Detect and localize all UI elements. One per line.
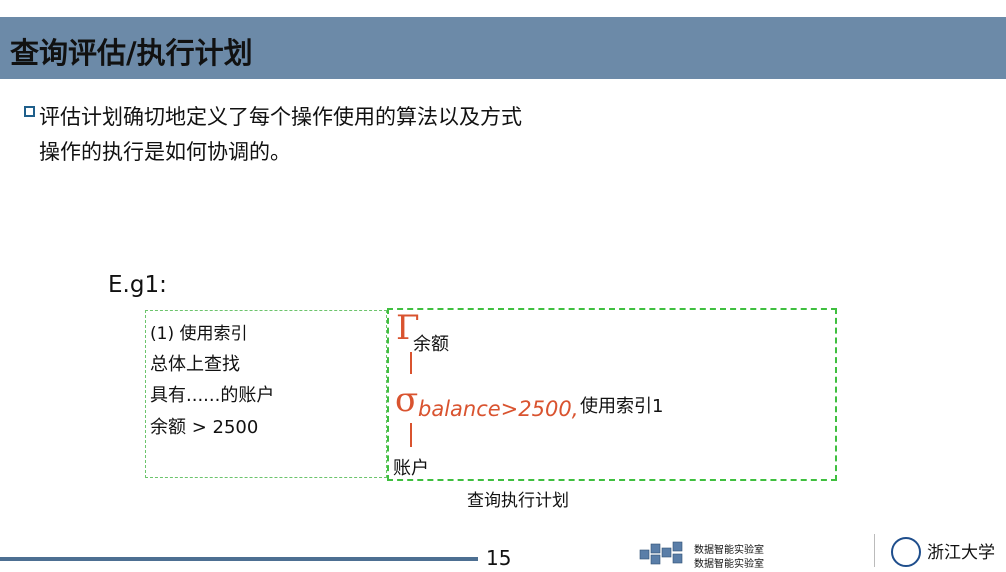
university-name: 浙江大学 — [927, 543, 995, 563]
projection-attribute: 余额 — [413, 334, 449, 355]
relation-name: 账户 — [393, 458, 429, 479]
description-line-4: 余额 > 2500 — [150, 417, 259, 438]
plan-caption: 查询执行计划 — [467, 491, 569, 511]
lab-name: 数据智能实验室 数据智能实验室 — [694, 544, 764, 572]
lab-name-line-2: 数据智能实验室 — [694, 559, 764, 570]
example-label: E.g1: — [108, 272, 167, 298]
bullet-text-line-1: 评估计划确切地定义了每个操作使用的算法以及方式 — [39, 105, 522, 129]
description-line-3: 具有......的账户 — [150, 385, 275, 406]
lab-logo-icon — [639, 541, 683, 565]
tree-edge-upper — [410, 352, 412, 374]
selection-condition: balance>2500, — [418, 397, 579, 421]
description-line-1: (1) 使用索引 — [150, 324, 248, 344]
footer-separator — [874, 534, 875, 567]
university-emblem-icon — [891, 537, 921, 567]
square-bullet-icon — [24, 106, 35, 117]
selection-symbol: σ — [395, 380, 419, 420]
description-line-2: 总体上查找 — [150, 354, 240, 375]
selection-method: 使用索引1 — [580, 396, 664, 417]
bullet-text-line-2: 操作的执行是如何协调的。 — [39, 140, 291, 164]
footer-line — [0, 557, 478, 561]
lab-name-line-1: 数据智能实验室 — [694, 545, 764, 556]
slide-title: 查询评估/执行计划 — [10, 36, 253, 70]
tree-edge-lower — [410, 423, 412, 447]
page-number: 15 — [486, 546, 512, 570]
